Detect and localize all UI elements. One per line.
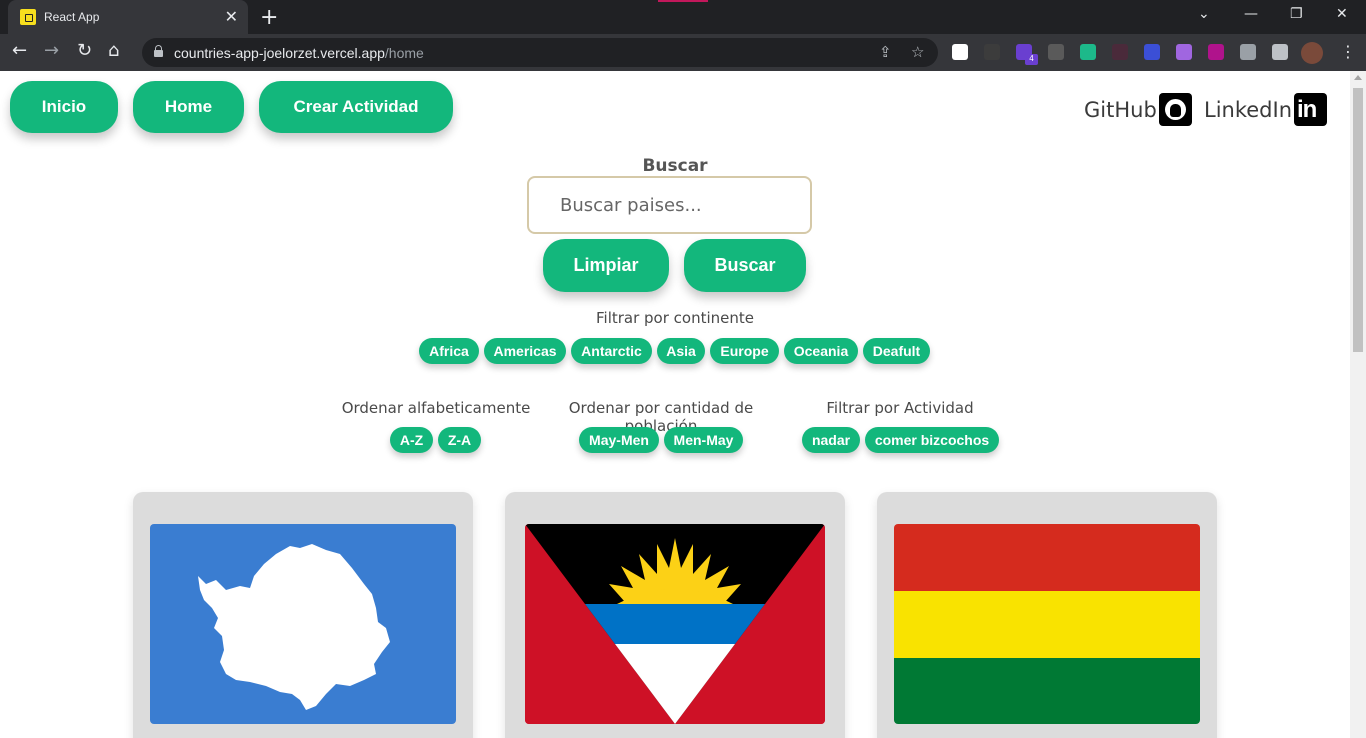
country-card[interactable] bbox=[133, 492, 473, 738]
extensions-puzzle-icon[interactable] bbox=[1240, 44, 1256, 60]
population-sort-title: Ordenar por cantidad de población bbox=[568, 399, 754, 435]
extension-dark-icon[interactable] bbox=[1112, 44, 1128, 60]
home-icon[interactable]: ⌂ bbox=[108, 40, 119, 61]
restore-icon[interactable]: ❐ bbox=[1290, 6, 1303, 22]
chip-continent-americas[interactable]: Americas bbox=[484, 338, 566, 364]
search-button[interactable]: Buscar bbox=[684, 239, 806, 292]
tab-strip-indicator bbox=[658, 0, 708, 2]
extension-video-icon[interactable] bbox=[1208, 44, 1224, 60]
chip-sort-men-may[interactable]: Men-May bbox=[664, 427, 743, 453]
browser-tab-bar: React App ✕ + ⌄ — ❐ ✕ bbox=[0, 0, 1366, 34]
lock-icon bbox=[154, 45, 163, 57]
chip-sort-a-z[interactable]: A-Z bbox=[390, 427, 433, 453]
extension-badge: 4 bbox=[1025, 54, 1038, 65]
share-icon[interactable]: ⇪ bbox=[879, 43, 892, 61]
chip-continent-asia[interactable]: Asia bbox=[657, 338, 705, 364]
tab-title: React App bbox=[44, 10, 100, 24]
clear-button[interactable]: Limpiar bbox=[543, 239, 669, 292]
chip-continent-europe[interactable]: Europe bbox=[710, 338, 779, 364]
chip-sort-may-men[interactable]: May-Men bbox=[579, 427, 659, 453]
close-window-icon[interactable]: ✕ bbox=[1336, 6, 1348, 22]
linkedin-link[interactable]: LinkedIn in bbox=[1204, 93, 1328, 126]
browser-tab[interactable]: React App ✕ bbox=[8, 0, 248, 34]
chip-activity-comer-bizcochos[interactable]: comer bizcochos bbox=[865, 427, 999, 453]
chip-continent-deafult[interactable]: Deafult bbox=[863, 338, 930, 364]
nav-home-button[interactable]: Home bbox=[133, 81, 244, 133]
browser-toolbar: ← → ↻ ⌂ countries-app-joelorzet.vercel.a… bbox=[0, 34, 1366, 71]
close-tab-icon[interactable]: ✕ bbox=[225, 7, 238, 27]
scroll-up-arrow-icon[interactable] bbox=[1354, 75, 1362, 80]
address-bar[interactable]: countries-app-joelorzet.vercel.app/home … bbox=[142, 38, 938, 67]
chip-sort-z-a[interactable]: Z-A bbox=[438, 427, 481, 453]
minimize-icon[interactable]: — bbox=[1244, 6, 1258, 22]
nav-crear-actividad-button[interactable]: Crear Actividad bbox=[259, 81, 453, 133]
bolivia-flag bbox=[894, 524, 1200, 724]
chip-continent-antarctic[interactable]: Antarctic bbox=[571, 338, 652, 364]
antigua-and-barbuda-flag bbox=[525, 524, 825, 724]
browser-menu-icon[interactable]: ⋮ bbox=[1340, 42, 1356, 61]
extension-green-icon[interactable] bbox=[1080, 44, 1096, 60]
country-card[interactable] bbox=[877, 492, 1217, 738]
chip-activity-nadar[interactable]: nadar bbox=[802, 427, 860, 453]
tab-search-chevron-icon[interactable]: ⌄ bbox=[1198, 6, 1210, 22]
bookmark-star-icon[interactable]: ☆ bbox=[911, 43, 924, 61]
side-panel-icon[interactable] bbox=[1272, 44, 1288, 60]
github-link[interactable]: GitHub bbox=[1084, 93, 1192, 126]
search-label: Buscar bbox=[642, 156, 708, 176]
continent-filter-title: Filtrar por continente bbox=[595, 309, 754, 327]
extension-blue-icon[interactable] bbox=[1144, 44, 1160, 60]
activity-filter-title: Filtrar por Actividad bbox=[826, 399, 974, 417]
linkedin-label: LinkedIn bbox=[1204, 97, 1293, 122]
new-tab-icon[interactable]: + bbox=[260, 5, 278, 30]
country-card[interactable] bbox=[505, 492, 845, 738]
react-app-favicon-icon bbox=[20, 9, 36, 25]
nav-inicio-button[interactable]: Inicio bbox=[10, 81, 118, 133]
chip-continent-oceania[interactable]: Oceania bbox=[784, 338, 858, 364]
antarctica-flag bbox=[150, 524, 456, 724]
forward-icon[interactable]: → bbox=[44, 40, 59, 61]
alpha-sort-title: Ordenar alfabeticamente bbox=[341, 399, 531, 417]
chip-continent-africa[interactable]: Africa bbox=[419, 338, 479, 364]
github-icon bbox=[1158, 93, 1192, 126]
back-icon[interactable]: ← bbox=[12, 40, 27, 61]
reload-icon[interactable]: ↻ bbox=[77, 40, 92, 61]
extension-b-icon[interactable] bbox=[952, 44, 968, 60]
url-text[interactable]: countries-app-joelorzet.vercel.app/home bbox=[174, 45, 424, 61]
extension-pen-icon[interactable] bbox=[1048, 44, 1064, 60]
linkedin-icon: in bbox=[1294, 93, 1328, 126]
github-label: GitHub bbox=[1084, 97, 1157, 122]
scrollbar-thumb[interactable] bbox=[1353, 88, 1363, 352]
profile-avatar[interactable] bbox=[1301, 42, 1323, 64]
page-content: Inicio Home Crear Actividad GitHub Linke… bbox=[0, 71, 1350, 738]
extension-code-icon[interactable] bbox=[984, 44, 1000, 60]
page-scrollbar[interactable] bbox=[1350, 71, 1366, 738]
extension-purple-icon[interactable] bbox=[1176, 44, 1192, 60]
search-input[interactable] bbox=[527, 176, 812, 234]
